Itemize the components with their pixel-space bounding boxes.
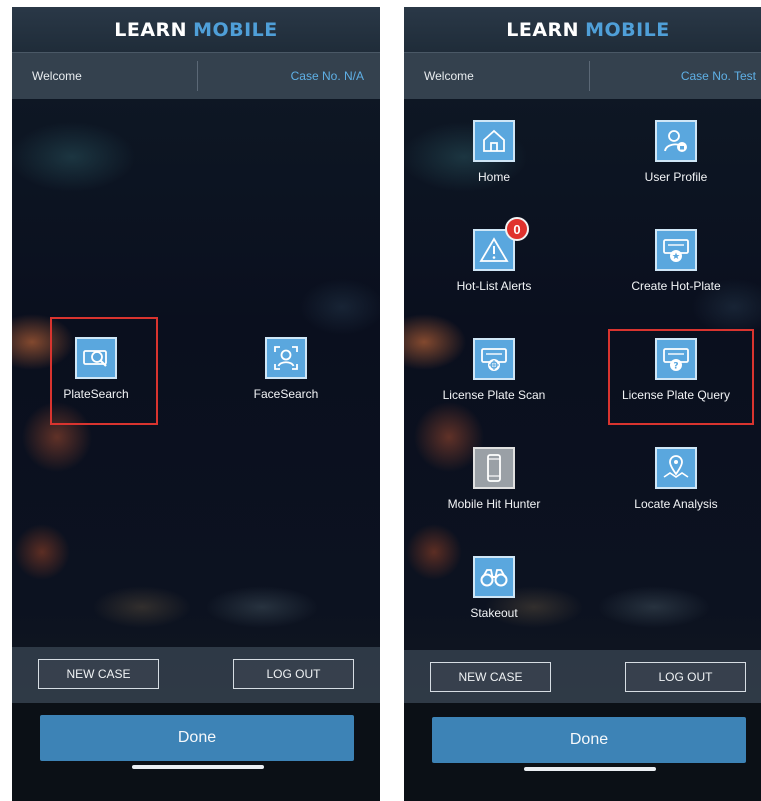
tile-label: Hot-List Alerts bbox=[456, 279, 532, 293]
info-divider bbox=[197, 61, 198, 91]
tile-mobile-hit-hunter[interactable]: Mobile Hit Hunter bbox=[404, 447, 584, 511]
info-bar: Welcome Case No. N/A bbox=[12, 52, 380, 99]
face-search-icon bbox=[265, 337, 307, 379]
tile-hot-list-alerts[interactable]: 0 Hot-List Alerts bbox=[404, 217, 584, 293]
tile-home[interactable]: Home bbox=[404, 120, 584, 184]
done-button[interactable]: Done bbox=[40, 715, 354, 761]
tile-label: Create Hot-Plate bbox=[631, 279, 721, 293]
home-indicator[interactable] bbox=[524, 767, 656, 771]
user-profile-icon bbox=[655, 120, 697, 162]
highlight-box bbox=[608, 329, 754, 425]
action-bar: NEW CASE LOG OUT bbox=[12, 647, 380, 703]
plate-scan-icon bbox=[473, 338, 515, 380]
case-number[interactable]: Case No. N/A bbox=[291, 69, 364, 83]
highlight-box bbox=[50, 317, 158, 425]
tile-license-plate-scan[interactable]: License Plate Scan bbox=[404, 338, 584, 402]
info-bar: Welcome Case No. Test bbox=[404, 52, 761, 99]
tile-label: FaceSearch bbox=[253, 387, 319, 401]
tile-create-hot-plate[interactable]: Create Hot-Plate bbox=[586, 229, 761, 293]
bottom-area: Done bbox=[404, 703, 761, 801]
action-bar: NEW CASE LOG OUT bbox=[404, 650, 761, 706]
welcome-text: Welcome bbox=[424, 69, 474, 83]
case-number[interactable]: Case No. Test bbox=[681, 69, 756, 83]
log-out-button[interactable]: LOG OUT bbox=[625, 662, 746, 692]
binoculars-icon bbox=[473, 556, 515, 598]
tile-label: Stakeout bbox=[470, 606, 518, 620]
app-header: LEARN MOBILE bbox=[404, 7, 761, 52]
app-title-learn: LEARN bbox=[114, 18, 188, 41]
welcome-text: Welcome bbox=[32, 69, 82, 83]
app-title-learn: LEARN bbox=[506, 18, 580, 41]
tile-label: Mobile Hit Hunter bbox=[447, 497, 541, 511]
tile-label: License Plate Scan bbox=[442, 388, 546, 402]
tile-user-profile[interactable]: User Profile bbox=[586, 120, 761, 184]
tile-locate-analysis[interactable]: Locate Analysis bbox=[586, 447, 761, 511]
done-button[interactable]: Done bbox=[432, 717, 746, 763]
home-indicator[interactable] bbox=[132, 765, 264, 769]
right-phone-screen: LEARN MOBILE Welcome Case No. Test Home … bbox=[404, 7, 761, 801]
map-pin-icon bbox=[655, 447, 697, 489]
new-case-button[interactable]: NEW CASE bbox=[38, 659, 159, 689]
info-divider bbox=[589, 61, 590, 91]
alert-icon: 0 bbox=[473, 217, 529, 271]
tile-stakeout[interactable]: Stakeout bbox=[404, 556, 584, 620]
mobile-phone-icon bbox=[473, 447, 515, 489]
app-title-mobile: MOBILE bbox=[193, 18, 278, 41]
tile-label: Home bbox=[477, 170, 510, 184]
alert-count-badge: 0 bbox=[505, 217, 529, 241]
home-icon bbox=[473, 120, 515, 162]
log-out-button[interactable]: LOG OUT bbox=[233, 659, 354, 689]
left-phone-screen: LEARN MOBILE Welcome Case No. N/A PlateS… bbox=[12, 7, 380, 801]
tile-label: Locate Analysis bbox=[634, 497, 718, 511]
bottom-area: Done bbox=[12, 703, 380, 801]
tile-label: User Profile bbox=[644, 170, 708, 184]
tile-face-search[interactable]: FaceSearch bbox=[196, 337, 376, 401]
app-header: LEARN MOBILE bbox=[12, 7, 380, 52]
app-title-mobile: MOBILE bbox=[585, 18, 670, 41]
create-hot-plate-icon bbox=[655, 229, 697, 271]
new-case-button[interactable]: NEW CASE bbox=[430, 662, 551, 692]
